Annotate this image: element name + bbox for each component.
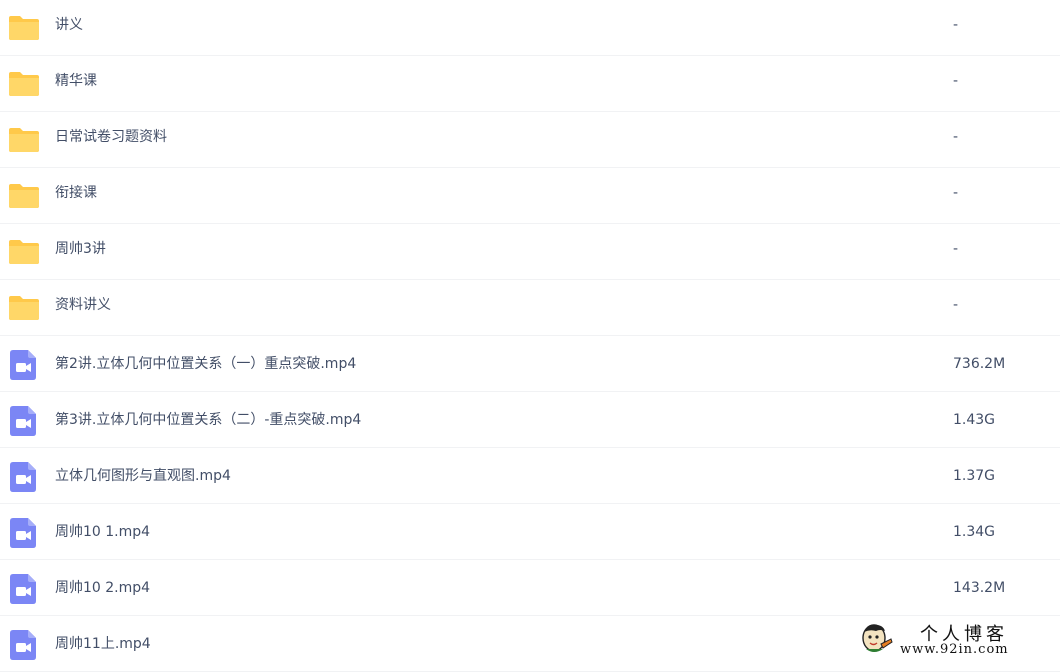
video-file-icon: [10, 630, 36, 660]
file-size: -: [953, 297, 959, 313]
file-size: -: [953, 17, 959, 33]
file-name[interactable]: 周帅10 1.mp4: [55, 504, 150, 560]
list-item[interactable]: 第3讲.立体几何中位置关系（二）-重点突破.mp4 1.43G: [0, 392, 1060, 448]
folder-icon: [9, 184, 39, 208]
file-size: -: [953, 73, 959, 89]
file-name[interactable]: 第2讲.立体几何中位置关系（一）重点突破.mp4: [55, 336, 356, 392]
list-item[interactable]: 日常试卷习题资料 -: [0, 112, 1060, 168]
video-file-icon: [10, 350, 36, 380]
list-item[interactable]: 周帅10 2.mp4 143.2M: [0, 560, 1060, 616]
file-size: 143.2M: [953, 580, 1006, 596]
file-name[interactable]: 周帅10 2.mp4: [55, 560, 150, 616]
file-size: 1.37G: [953, 468, 996, 484]
file-size: 736.2M: [953, 356, 1006, 372]
file-size: -: [953, 129, 959, 145]
list-item[interactable]: 精华课 -: [0, 56, 1060, 112]
folder-icon: [9, 72, 39, 96]
file-name[interactable]: 周帅3讲: [55, 224, 106, 274]
file-name[interactable]: 资料讲义: [55, 280, 111, 330]
folder-icon: [9, 16, 39, 40]
list-item[interactable]: 周帅3讲 -: [0, 224, 1060, 280]
list-item[interactable]: 资料讲义 -: [0, 280, 1060, 336]
folder-icon: [9, 240, 39, 264]
file-size: -: [953, 241, 959, 257]
video-file-icon: [10, 406, 36, 436]
file-name[interactable]: 衔接课: [55, 168, 97, 218]
mascot-logo-icon: [862, 624, 893, 652]
video-file-icon: [10, 574, 36, 604]
folder-icon: [9, 296, 39, 320]
file-name[interactable]: 第3讲.立体几何中位置关系（二）-重点突破.mp4: [55, 392, 361, 448]
list-item[interactable]: 周帅10 1.mp4 1.34G: [0, 504, 1060, 560]
list-item[interactable]: 第2讲.立体几何中位置关系（一）重点突破.mp4 736.2M: [0, 336, 1060, 392]
list-item[interactable]: 讲义 -: [0, 0, 1060, 56]
file-size: 1.34G: [953, 524, 996, 540]
file-name[interactable]: 讲义: [55, 0, 83, 50]
file-name[interactable]: 立体几何图形与直观图.mp4: [55, 448, 231, 504]
watermark: 个人博客 www.92in.com: [860, 620, 1052, 660]
list-item[interactable]: 衔接课 -: [0, 168, 1060, 224]
file-name[interactable]: 精华课: [55, 56, 97, 106]
video-file-icon: [10, 462, 36, 492]
file-size: -: [953, 185, 959, 201]
file-list: 讲义 - 精华课 - 日常试卷习题资料 - 衔接课 - 周帅3讲 - 资料讲义 …: [0, 0, 1060, 672]
video-file-icon: [10, 518, 36, 548]
file-name[interactable]: 日常试卷习题资料: [55, 112, 167, 162]
folder-icon: [9, 128, 39, 152]
file-size: 1.43G: [953, 412, 996, 428]
list-item[interactable]: 立体几何图形与直观图.mp4 1.37G: [0, 448, 1060, 504]
watermark-url: www.92in.com: [900, 642, 1009, 657]
